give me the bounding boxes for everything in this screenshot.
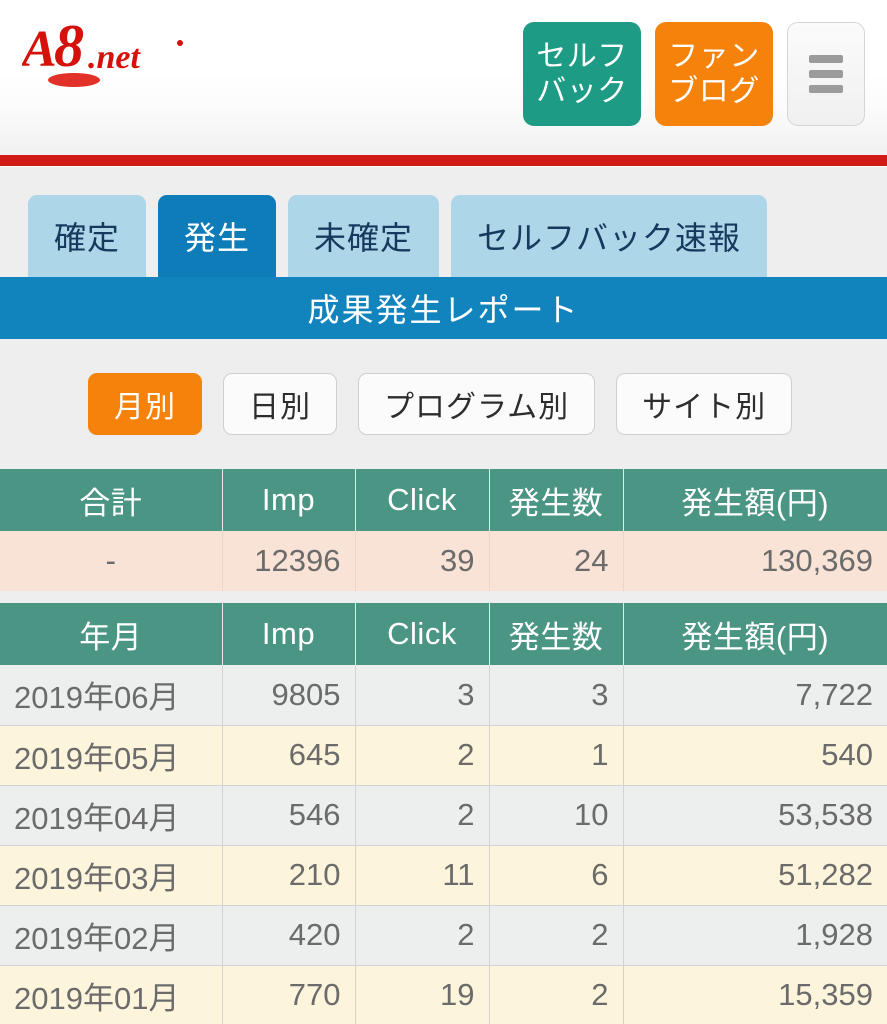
summary-header-imp: Imp <box>222 469 356 531</box>
summary-total-label: - <box>0 531 223 591</box>
filter-button-group: 月別 日別 プログラム別 サイト別 <box>0 339 887 469</box>
summary-header-amount: 発生額(円) <box>623 469 887 531</box>
row-imp: 210 <box>222 845 356 906</box>
row-amount: 1,928 <box>623 905 887 966</box>
detail-header-row: 年月 Imp Click 発生数 発生額(円) <box>0 603 887 665</box>
row-month-label[interactable]: 2019年04月 <box>0 785 223 846</box>
row-month-label[interactable]: 2019年02月 <box>0 905 223 966</box>
summary-total-count: 24 <box>489 531 624 591</box>
filter-by-month[interactable]: 月別 <box>88 373 202 435</box>
a8net-logo[interactable]: A 8 .net <box>22 18 192 90</box>
summary-header-total: 合計 <box>0 469 223 531</box>
detail-header-amount: 発生額(円) <box>623 603 887 665</box>
row-click: 2 <box>355 785 490 846</box>
report-title-bar: 成果発生レポート <box>0 277 887 339</box>
site-header: A 8 .net セルフ バック ファン ブログ <box>0 0 887 155</box>
filter-by-day[interactable]: 日別 <box>223 373 337 435</box>
row-amount: 51,282 <box>623 845 887 906</box>
hamburger-menu-button[interactable] <box>787 22 865 126</box>
self-back-button[interactable]: セルフ バック <box>523 22 641 126</box>
row-amount: 15,359 <box>623 965 887 1024</box>
hamburger-icon-bar-1 <box>809 55 843 63</box>
row-imp: 770 <box>222 965 356 1024</box>
monthly-detail-table: 年月 Imp Click 発生数 発生額(円) 2019年06月 9805 3 … <box>0 603 887 1024</box>
row-click: 3 <box>355 665 490 726</box>
row-click: 2 <box>355 725 490 786</box>
row-count: 1 <box>489 725 624 786</box>
row-month-label[interactable]: 2019年05月 <box>0 725 223 786</box>
tab-selfback-sokuho[interactable]: セルフバック速報 <box>451 195 768 277</box>
tab-bar: 確定 発生 未確定 セルフバック速報 <box>0 181 887 277</box>
detail-table-body: 2019年06月 9805 3 3 7,722 2019年05月 645 2 1… <box>0 665 887 1024</box>
row-month-label[interactable]: 2019年06月 <box>0 665 223 726</box>
app-root: A 8 .net セルフ バック ファン ブログ 確定 発生 未確定 セルフバッ… <box>0 0 887 1024</box>
detail-header-imp: Imp <box>222 603 356 665</box>
tab-kakutei[interactable]: 確定 <box>28 195 147 277</box>
detail-header-click: Click <box>355 603 490 665</box>
tab-bar-container: 確定 発生 未確定 セルフバック速報 <box>0 167 887 277</box>
svg-text:.net: .net <box>88 39 142 76</box>
svg-text:8: 8 <box>54 18 84 79</box>
row-count: 2 <box>489 905 624 966</box>
fan-blog-button[interactable]: ファン ブログ <box>655 22 773 126</box>
table-row[interactable]: 2019年06月 9805 3 3 7,722 <box>0 665 887 726</box>
detail-header-count: 発生数 <box>489 603 624 665</box>
row-amount: 53,538 <box>623 785 887 846</box>
table-row[interactable]: 2019年01月 770 19 2 15,359 <box>0 965 887 1024</box>
tab-hassei[interactable]: 発生 <box>158 195 277 277</box>
table-row[interactable]: 2019年04月 546 2 10 53,538 <box>0 785 887 846</box>
row-imp: 420 <box>222 905 356 966</box>
row-click: 19 <box>355 965 490 1024</box>
filter-by-site[interactable]: サイト別 <box>616 373 793 435</box>
filter-by-program[interactable]: プログラム別 <box>358 373 596 435</box>
row-click: 2 <box>355 905 490 966</box>
hamburger-icon-bar-2 <box>809 70 843 78</box>
header-action-buttons: セルフ バック ファン ブログ <box>523 22 865 126</box>
row-month-label[interactable]: 2019年03月 <box>0 845 223 906</box>
summary-header-click: Click <box>355 469 490 531</box>
row-count: 2 <box>489 965 624 1024</box>
fan-blog-line2: ブログ <box>668 75 760 108</box>
summary-header-row: 合計 Imp Click 発生数 発生額(円) <box>0 469 887 531</box>
summary-total-row: - 12396 39 24 130,369 <box>0 531 887 591</box>
table-row[interactable]: 2019年02月 420 2 2 1,928 <box>0 905 887 966</box>
row-amount: 540 <box>623 725 887 786</box>
row-imp: 9805 <box>222 665 356 726</box>
summary-total-imp: 12396 <box>222 531 356 591</box>
row-imp: 645 <box>222 725 356 786</box>
tab-mikakutei[interactable]: 未確定 <box>288 195 440 277</box>
self-back-line2: バック <box>536 75 628 108</box>
table-row[interactable]: 2019年03月 210 11 6 51,282 <box>0 845 887 906</box>
svg-text:A: A <box>22 21 57 78</box>
row-imp: 546 <box>222 785 356 846</box>
brand-divider <box>0 155 887 167</box>
row-click: 11 <box>355 845 490 906</box>
row-count: 6 <box>489 845 624 906</box>
table-separator <box>0 591 887 603</box>
row-amount: 7,722 <box>623 665 887 726</box>
detail-header-yearmonth: 年月 <box>0 603 223 665</box>
summary-table: 合計 Imp Click 発生数 発生額(円) - 12396 39 24 13… <box>0 469 887 591</box>
self-back-line1: セルフ <box>536 39 628 73</box>
row-count: 3 <box>489 665 624 726</box>
row-count: 10 <box>489 785 624 846</box>
summary-total-click: 39 <box>355 531 490 591</box>
summary-total-amount: 130,369 <box>623 531 887 591</box>
hamburger-icon-bar-3 <box>809 85 843 93</box>
row-month-label[interactable]: 2019年01月 <box>0 965 223 1024</box>
summary-header-count: 発生数 <box>489 469 624 531</box>
fan-blog-line1: ファン <box>668 39 760 73</box>
table-row[interactable]: 2019年05月 645 2 1 540 <box>0 725 887 786</box>
